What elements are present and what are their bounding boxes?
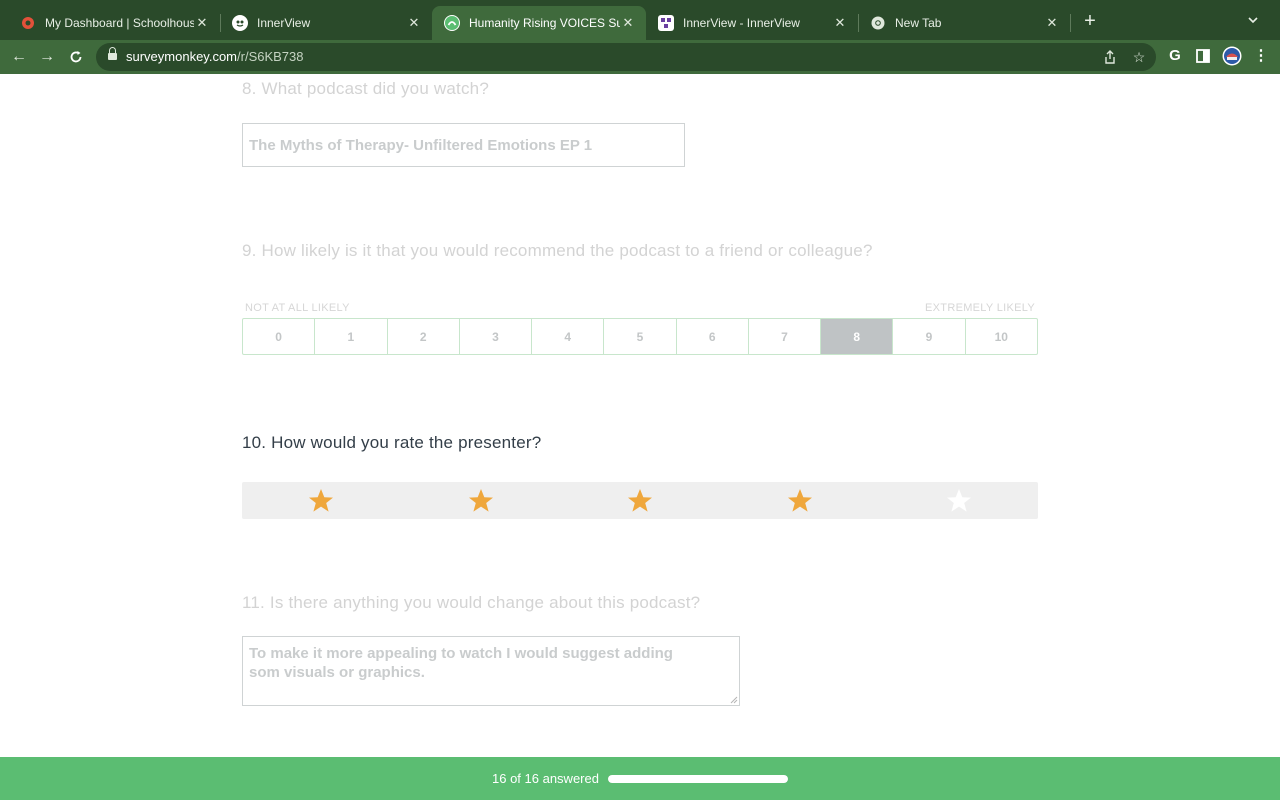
question-11-title: 11. Is there anything you would change a… — [242, 593, 701, 612]
address-bar[interactable]: surveymonkey.com/r/S6KB738 ☆ — [96, 43, 1156, 71]
nps-option-1[interactable]: 1 — [315, 319, 388, 354]
question-9-title: 9. How likely is it that you would recom… — [242, 241, 873, 260]
nps-option-10[interactable]: 10 — [966, 319, 1037, 354]
nps-option-7[interactable]: 7 — [749, 319, 822, 354]
star-icon[interactable] — [307, 487, 335, 515]
star-icon[interactable] — [626, 487, 654, 515]
innerview-icon — [232, 15, 248, 31]
chrome-icon — [870, 15, 886, 31]
tab-title: InnerView - InnerView — [683, 16, 800, 30]
question-11-answer-textarea[interactable]: To make it more appealing to watch I wou… — [242, 636, 740, 706]
side-panel-icon[interactable] — [1192, 45, 1214, 67]
question-8-answer-input[interactable]: The Myths of Therapy- Unfiltered Emotion… — [242, 123, 685, 167]
resize-handle-icon[interactable] — [730, 696, 738, 704]
surveymonkey-icon — [444, 15, 460, 31]
reload-icon[interactable] — [64, 45, 88, 69]
progress-bar-fill — [608, 775, 788, 783]
nps-scale: 0 1 2 3 4 5 6 7 8 9 10 — [242, 318, 1038, 355]
close-icon[interactable]: ✕ — [1044, 15, 1060, 31]
tab-title: InnerView — [257, 16, 311, 30]
close-icon[interactable]: ✕ — [620, 15, 636, 31]
tab-innerview[interactable]: InnerView ✕ — [220, 6, 432, 40]
bookmark-star-icon[interactable]: ☆ — [1129, 47, 1149, 67]
tab-title: New Tab — [895, 16, 942, 30]
innerview-icon — [658, 15, 674, 31]
question-11-answer-text: To make it more appealing to watch I wou… — [249, 645, 673, 681]
nps-option-8[interactable]: 8 — [821, 319, 894, 354]
share-icon[interactable] — [1100, 47, 1120, 67]
star-icon[interactable] — [786, 487, 814, 515]
google-icon[interactable]: G — [1164, 45, 1186, 67]
profile-avatar[interactable] — [1221, 45, 1243, 67]
question-10-title: 10. How would you rate the presenter? — [242, 433, 542, 452]
tab-my-dashboard[interactable]: My Dashboard | Schoolhouse ✕ — [8, 6, 220, 40]
tab-humanity-rising-survey[interactable]: Humanity Rising VOICES Surv ✕ — [432, 6, 646, 40]
star-icon[interactable] — [467, 487, 495, 515]
close-icon[interactable]: ✕ — [194, 15, 210, 31]
close-icon[interactable]: ✕ — [406, 15, 422, 31]
tab-new-tab[interactable]: New Tab ✕ — [858, 6, 1070, 40]
nps-option-6[interactable]: 6 — [677, 319, 749, 354]
nps-option-3[interactable]: 3 — [460, 319, 533, 354]
forward-arrow-icon[interactable]: → — [35, 45, 59, 69]
tab-title: Humanity Rising VOICES Surv — [469, 16, 620, 30]
schoolhouse-icon — [20, 15, 36, 31]
nps-low-label: NOT AT ALL LIKELY — [245, 302, 350, 314]
progress-bar — [608, 775, 788, 783]
star-rating — [242, 482, 1038, 519]
url-text: surveymonkey.com/r/S6KB738 — [126, 49, 304, 64]
close-icon[interactable]: ✕ — [832, 15, 848, 31]
chevron-down-icon[interactable] — [1243, 12, 1263, 32]
nps-option-9[interactable]: 9 — [893, 319, 966, 354]
more-menu-icon[interactable]: ⋮ — [1250, 45, 1272, 67]
tab-title: My Dashboard | Schoolhouse — [45, 16, 194, 30]
tab-innerview-innerview[interactable]: InnerView - InnerView ✕ — [646, 6, 858, 40]
question-8-title: 8. What podcast did you watch? — [242, 79, 489, 98]
tab-separator — [1070, 14, 1071, 32]
star-icon[interactable] — [945, 487, 973, 515]
browser-toolbar: ← → surveymonkey.com/r/S6KB738 ☆ G ⋮ — [0, 40, 1280, 74]
nps-option-0[interactable]: 0 — [243, 319, 316, 354]
nps-high-label: EXTREMELY LIKELY — [925, 302, 1035, 314]
tab-strip: My Dashboard | Schoolhouse ✕ InnerView ✕… — [0, 0, 1280, 40]
nps-option-5[interactable]: 5 — [604, 319, 677, 354]
nps-option-2[interactable]: 2 — [388, 319, 460, 354]
progress-text: 16 of 16 answered — [492, 771, 599, 786]
lock-icon — [108, 47, 117, 62]
back-arrow-icon[interactable]: ← — [7, 45, 31, 69]
new-tab-plus-icon[interactable]: + — [1079, 10, 1101, 32]
nps-option-4[interactable]: 4 — [532, 319, 605, 354]
